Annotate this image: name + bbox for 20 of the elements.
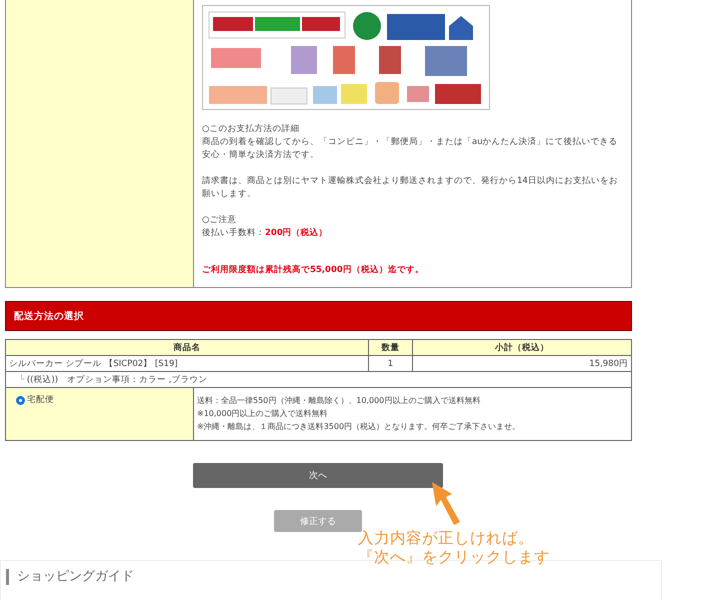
next-button[interactable]: 次へ — [193, 463, 443, 488]
table-cell: シルバーカー シプール 【SICP02】 [S19] — [6, 356, 368, 372]
column-header: 数量 — [368, 340, 412, 356]
shipping-note: 送料：全品一律550円（沖縄・離島除く）、10,000円以上のご購入で送料無料 — [197, 395, 482, 407]
shipping-note: ※沖縄・離島は、１商品につき送料3500円（税込）となります。何卒ご了承下さいませ。 — [197, 421, 522, 433]
description-text: 商品の到着を確認してから、「コンビニ」・「郵便局」・または「auかんたん決済」にて後払いできる安心・簡単な決済方法です。 — [202, 136, 619, 162]
limit-notice: ご利用限度額は累計残高で55,000円（税込）迄です。 — [202, 264, 425, 277]
annotation-text: 入力内容が正しければ。 — [358, 529, 535, 548]
description-text: ○ご注意 — [202, 214, 238, 227]
table-cell: 15,980円 — [412, 356, 632, 372]
shipping-note: ※10,000円以上のご購入で送料無料 — [197, 408, 329, 420]
table-cell: 1 — [368, 356, 412, 372]
guide-title: ショッピングガイド — [6, 569, 134, 585]
description-text: 後払い手数料：200円（税込） — [202, 227, 329, 240]
annotation-text: 『次へ』をクリックします — [358, 548, 550, 567]
description-text: ○このお支払方法の詳細 — [202, 123, 300, 136]
column-header: 商品名 — [6, 340, 368, 356]
description-text: 請求書は、商品とは別にヤマト運輸株式会社より郵送されますので、発行から14日以内にお支払いをお願いします。 — [202, 175, 619, 201]
section-header: 配送方法の選択 — [5, 301, 632, 331]
column-header: 小計（税込） — [412, 340, 632, 356]
